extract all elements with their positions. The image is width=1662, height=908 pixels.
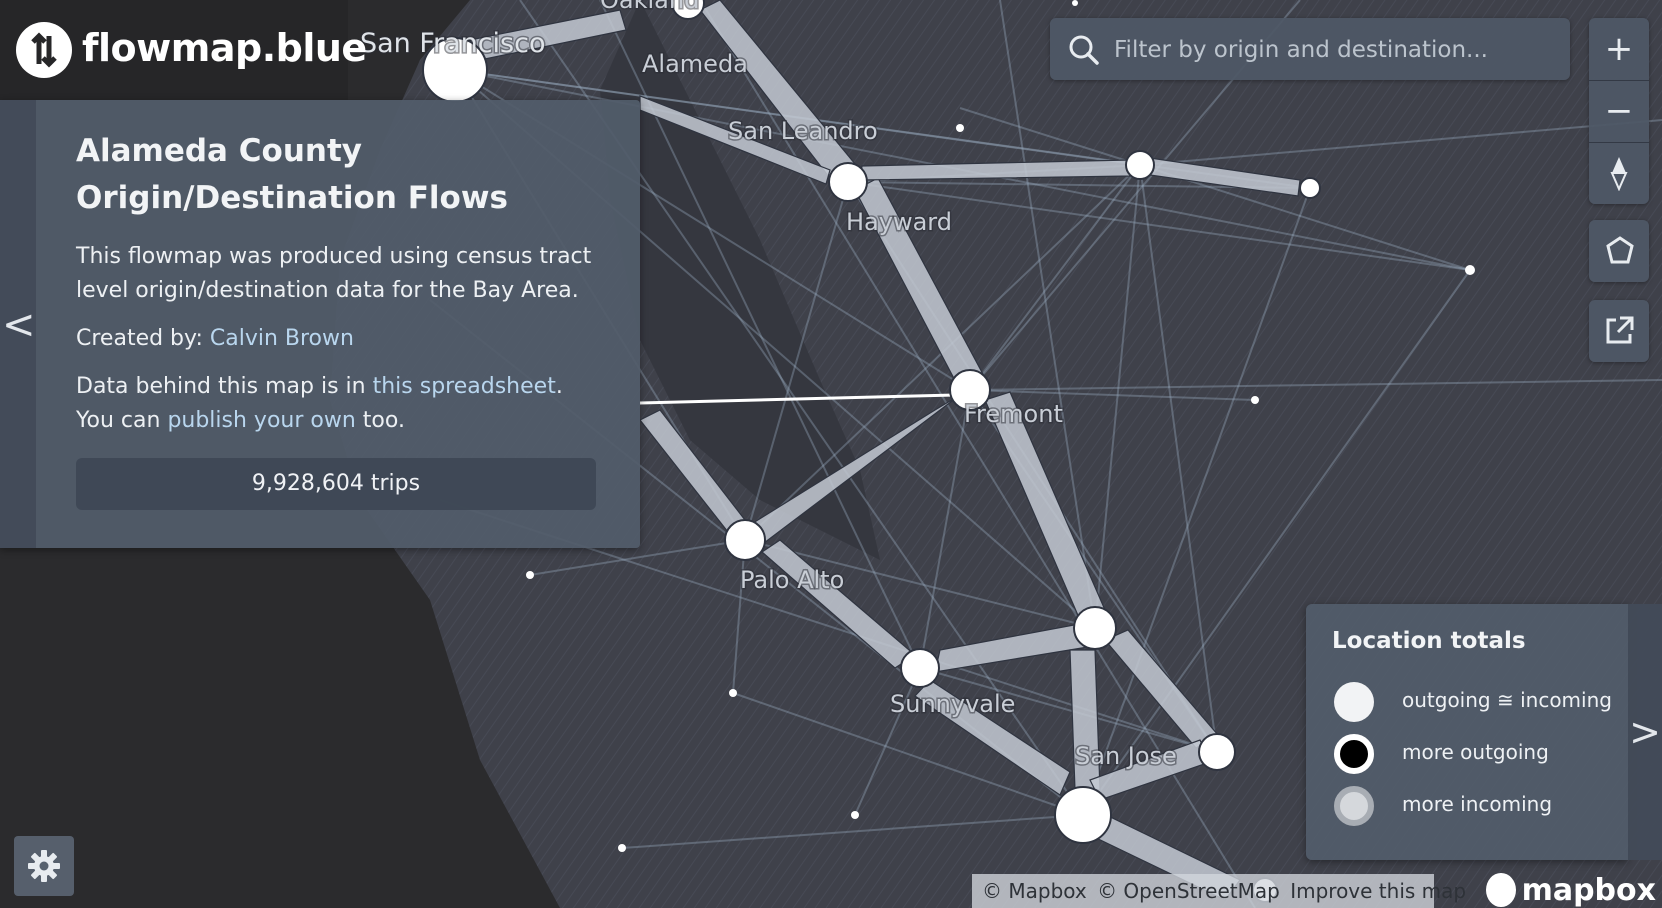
publish-text: You can [76, 408, 161, 433]
mapbox-logo[interactable]: mapbox [1486, 872, 1656, 908]
lasso-icon [1606, 236, 1634, 264]
zoom-in-button[interactable]: + [1589, 18, 1649, 80]
gear-icon [28, 850, 60, 882]
city-label-palo-alto: Palo Alto [740, 566, 844, 594]
legend-expand-button[interactable]: > [1628, 604, 1662, 860]
legend-item-incoming: more incoming [1326, 782, 1616, 830]
city-label-san-leandro: San Leandro [728, 117, 878, 145]
outgoing-circle-icon [1334, 734, 1374, 774]
search-input[interactable] [1112, 28, 1556, 72]
osm-attribution-link[interactable]: © OpenStreetMap [1097, 879, 1280, 903]
logo-text: flowmap.blue [82, 26, 367, 70]
chevron-left-icon: < [2, 302, 36, 348]
city-label-hayward: Hayward [846, 208, 952, 236]
data-text-end: . [555, 374, 563, 399]
publish-text-end: too. [362, 408, 405, 433]
app-logo[interactable]: flowmap.blue [0, 0, 367, 100]
legend-label: more incoming [1402, 792, 1553, 816]
external-link-icon [1606, 316, 1634, 344]
panel-description: This flowmap was produced using census t… [76, 244, 592, 303]
legend-item-outgoing: more outgoing [1326, 730, 1616, 778]
map-navigation-controls: + − [1589, 18, 1649, 204]
info-panel-collapse-button[interactable]: < [0, 100, 36, 548]
created-by-label: Created by: [76, 326, 203, 351]
zoom-out-button[interactable]: − [1589, 80, 1649, 142]
info-panel: < Alameda County Origin/Destination Flow… [0, 100, 640, 548]
lasso-select-button[interactable] [1589, 220, 1649, 282]
legend-label: outgoing ≅ incoming [1402, 688, 1612, 712]
legend-item-balanced: outgoing ≅ incoming [1326, 678, 1616, 726]
city-label-san-jose: San Jose [1075, 742, 1177, 770]
mapbox-attribution-link[interactable]: © Mapbox [982, 879, 1087, 903]
city-label-san-francisco: San Francisco [360, 28, 545, 59]
map-attribution: © Mapbox © OpenStreetMap Improve this ma… [972, 874, 1466, 908]
compass-icon [1610, 157, 1628, 191]
settings-button[interactable] [14, 836, 74, 896]
city-label-fremont: Fremont [964, 400, 1063, 428]
legend-label: more outgoing [1402, 740, 1549, 764]
mapbox-logo-text: mapbox [1521, 872, 1656, 908]
city-label-sunnyvale: Sunnyvale [890, 690, 1015, 718]
data-text: Data behind this map is in [76, 374, 366, 399]
created-by: Created by: Calvin Brown [76, 322, 606, 356]
flowmap-logo-icon [16, 22, 72, 78]
publish-link[interactable]: publish your own [167, 408, 355, 433]
mapbox-logo-icon [1486, 873, 1516, 907]
improve-map-link[interactable]: Improve this map [1290, 879, 1466, 903]
search-box[interactable] [1050, 18, 1570, 80]
location-totals-legend: Location totals outgoing ≅ incoming more… [1306, 604, 1628, 860]
total-trips-badge: 9,928,604 trips [76, 458, 596, 510]
city-label-oakland: Oakland [600, 0, 699, 14]
balanced-circle-icon [1334, 682, 1374, 722]
spreadsheet-link[interactable]: this spreadsheet [373, 374, 556, 399]
compass-button[interactable] [1589, 142, 1649, 204]
panel-title: Alameda County Origin/Destination Flows [76, 133, 508, 216]
author-link[interactable]: Calvin Brown [210, 326, 354, 351]
legend-title: Location totals [1332, 628, 1526, 654]
data-source: Data behind this map is in this spreadsh… [76, 370, 606, 438]
city-label-alameda: Alameda [642, 50, 748, 78]
incoming-circle-icon [1334, 786, 1374, 826]
open-external-button[interactable] [1589, 300, 1649, 362]
search-icon [1069, 35, 1099, 65]
